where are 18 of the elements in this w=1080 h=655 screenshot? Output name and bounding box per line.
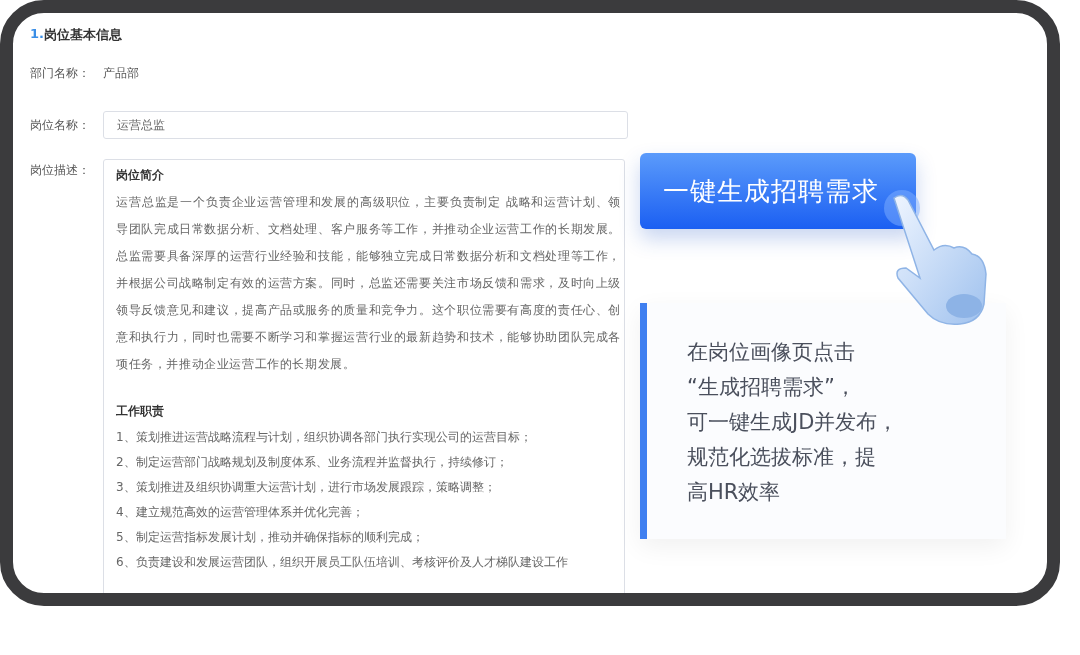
list-item: 4、建立规范高效的运营管理体系并优化完善；: [116, 504, 365, 521]
field-label: 部门名称：: [30, 66, 91, 81]
list-item: 2、制定运营部门战略规划及制度体系、业务流程并监督执行，持续修订；: [116, 454, 509, 471]
field-label: 岗位名称：: [30, 117, 91, 133]
text-area[interactable]: [103, 159, 625, 593]
list-item: 1、策划推进运营战略流程与计划，组织协调各部门执行实现公司的运营目标；: [116, 429, 533, 446]
list-item: 6、负责建设和发展运营团队，组织开展员工队伍培训、考核评价及人才梯队建设工作: [116, 554, 569, 571]
list-item: 3、策划推进及组织协调重大运营计划，进行市场发展跟踪，策略调整；: [116, 479, 497, 496]
section-heading: 岗位简介: [116, 168, 165, 183]
field-value: 产品部: [103, 66, 139, 81]
list-item: 5、制定运营指标发展计划，推动并确保指标的顺利完成；: [116, 529, 425, 546]
field-label: 岗位描述：: [30, 163, 91, 178]
paragraph: 运营总监是一个负责企业运营管理和发展的高级职位，主要负责制定 战略和运营计划、领导团队完成日常数据分析、文档处理、客户服务等工作，并推动企业运营工作的长期发展。总监需要具备深厚的运营行业经验和技能，能够独立完成日常数据分析和文档处理等工作，并根据公司战略制定有效的运营方案。同时，总监还需要关注市场反馈和需求，及时向上级领导反馈意见和建议，提高产品或服务的质量和竞争力。这个职位需要有高度的责任心、创意和执行力，同时也需要不断学习和掌握运营行业的最新趋势和技术，能够协助团队完成各项任务，并推动企业运营工作的长期发展。: [116, 194, 621, 373]
section-title: 1.岗位基本信息: [30, 26, 123, 44]
generate-button[interactable]: 一键生成招聘需求: [640, 153, 916, 229]
note-text: 在岗位画像页点击 “生成招聘需求”， 可一键生成JD并发布， 规范化选拔标准，提 高HR效率: [687, 339, 900, 506]
section-heading: 工作职责: [116, 404, 165, 419]
input-field[interactable]: 运营总监: [103, 111, 628, 139]
